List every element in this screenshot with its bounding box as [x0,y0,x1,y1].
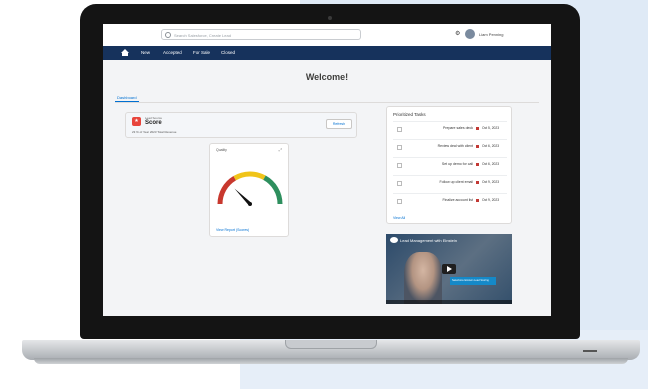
flag-icon [476,163,479,166]
laptop-base-bottom [34,358,628,364]
laptop-screen: Search Salesforce, Create Lead ⚙ Liam Pe… [103,24,551,316]
video-banner: Salesforce Einstein Lead Scoring [450,277,496,285]
search-icon [165,32,171,38]
gauge-arc-low [217,176,237,205]
tab-dashboard[interactable]: Dashboard [115,94,139,102]
gauge-card: Quality ⤢ View Report (Scores) [209,143,289,237]
flag-icon [476,199,479,202]
task-checkbox[interactable] [397,163,402,168]
task-row[interactable]: Finalize account list Oct 9, 2023 [393,193,507,209]
power-indicator-icon [583,350,597,352]
lead-score-card: ★ Lead Source Score 23 % of Year 2023 To… [125,112,357,138]
tasks-card: Prioritized Tasks Prepare sales deck Oct… [386,106,512,224]
gauge-arc-mid [233,171,266,181]
lead-title: Score [145,120,162,126]
task-checkbox[interactable] [397,199,402,204]
tasks-title: Prioritized Tasks [393,112,426,117]
view-report-link[interactable]: View Report (Scores) [216,228,249,232]
flag-icon [476,127,479,130]
task-checkbox[interactable] [397,145,402,150]
task-row[interactable]: Follow up client email Oct 9, 2023 [393,175,507,191]
task-checkbox[interactable] [397,181,402,186]
task-date: Oct 5, 2023 [482,126,500,130]
nav-item-closed[interactable]: Closed [221,50,235,55]
nav-item-new[interactable]: New [141,50,150,55]
search-input[interactable]: Search Salesforce, Create Lead [161,29,361,40]
play-icon [447,266,452,272]
gauge-title: Quality [216,148,227,152]
settings-icon[interactable]: ⚙ [455,30,460,37]
video-title: Lead Management with Einstein [400,238,457,243]
task-date: Oct 6, 2023 [482,162,500,166]
camera-icon [328,16,332,20]
task-row[interactable]: Review deal with client Oct 6, 2023 [393,139,507,155]
video-presenter [404,252,442,304]
task-name: Follow up client email [439,180,473,184]
task-date: Oct 6, 2023 [482,144,500,148]
task-name: Review deal with client [437,144,473,148]
expand-icon[interactable]: ⤢ [279,147,282,152]
cloud-logo-icon [390,237,398,243]
laptop-notch [285,340,377,349]
lead-detail: 23 % of Year 2023 Total Revenue [132,130,177,134]
task-checkbox[interactable] [397,127,402,132]
nav-item-for-sale[interactable]: For Sale [193,50,210,55]
task-row[interactable]: Set up demo for call Oct 6, 2023 [393,157,507,173]
home-icon-body [122,53,128,56]
video-thumbnail[interactable]: Lead Management with Einstein Salesforce… [386,234,512,304]
gauge-hub [248,202,252,206]
video-controls-bar[interactable] [386,300,512,304]
task-date: Oct 9, 2023 [482,180,500,184]
task-name: Prepare sales deck [443,126,473,130]
flag-icon [476,145,479,148]
refresh-button[interactable]: Refresh [326,119,352,129]
gauge-chart [217,171,283,206]
page-title: Welcome! [305,72,349,82]
avatar[interactable] [465,29,475,39]
nav-item-accepted[interactable]: Accepted [163,50,182,55]
view-all-link[interactable]: View All [393,216,405,220]
flag-icon [476,181,479,184]
gauge-arc-high [263,175,283,205]
nav-bar: New Accepted For Sale Closed [103,46,551,60]
task-name: Finalize account list [442,198,473,202]
task-row[interactable]: Prepare sales deck Oct 5, 2023 [393,121,507,137]
tab-divider [115,102,539,103]
lead-icon: ★ [132,117,141,126]
task-date: Oct 9, 2023 [482,198,500,202]
search-placeholder: Search Salesforce, Create Lead [174,33,231,38]
task-name: Set up demo for call [441,162,473,166]
user-name[interactable]: Liam Penning [479,32,503,37]
top-bar: Search Salesforce, Create Lead ⚙ Liam Pe… [103,24,551,47]
